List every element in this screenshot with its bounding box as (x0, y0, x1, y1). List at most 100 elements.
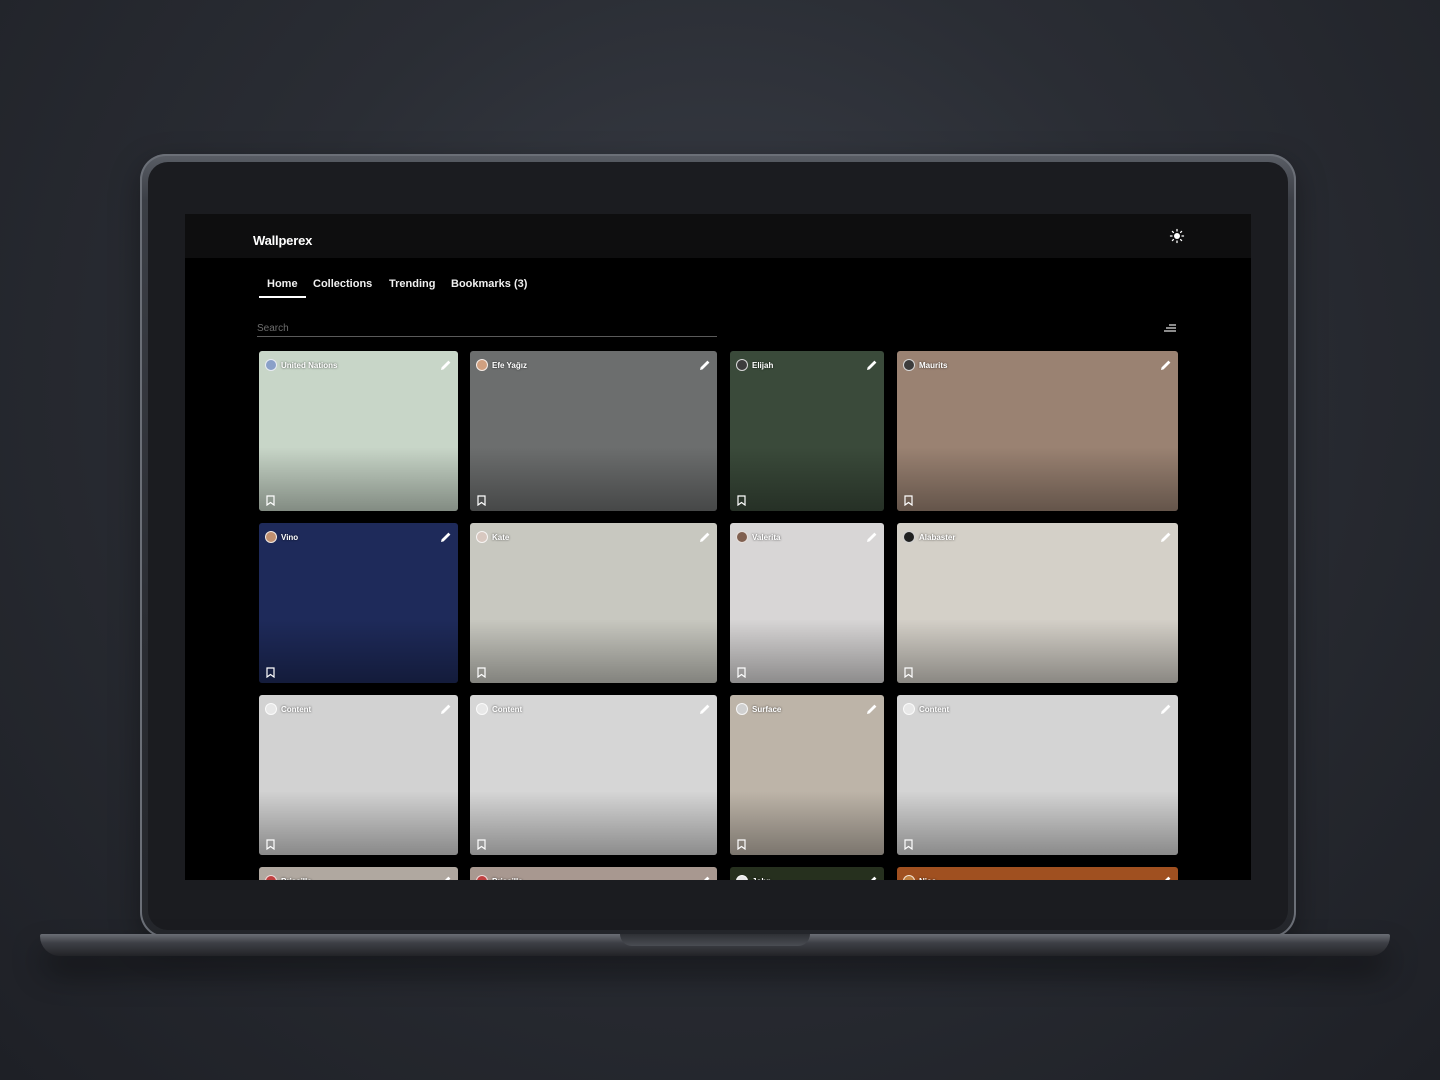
author-name: Priscilla (492, 877, 523, 881)
card-author[interactable]: Valerita (736, 530, 780, 544)
wallpaper-card[interactable]: Vino (259, 523, 458, 683)
card-author[interactable]: Priscilla (476, 874, 523, 880)
wallpaper-card[interactable]: Kate (470, 523, 717, 683)
author-name: Content (281, 704, 312, 714)
wallpaper-card[interactable]: Alabaster (897, 523, 1178, 683)
avatar (265, 875, 277, 880)
avatar (476, 531, 488, 543)
card-author[interactable]: Content (476, 702, 522, 716)
card-author[interactable]: Content (265, 702, 311, 716)
pencil-icon[interactable] (1160, 874, 1172, 880)
avatar (736, 875, 748, 880)
wallpaper-card[interactable]: John (730, 867, 884, 880)
wallpaper-card[interactable]: Content (470, 695, 717, 855)
card-author[interactable]: Nico (903, 874, 936, 880)
wallpaper-card[interactable]: Valerita (730, 523, 884, 683)
bookmark-icon[interactable] (266, 493, 275, 507)
card-author[interactable]: Priscilla (265, 874, 312, 880)
card-author[interactable]: Maurits (903, 358, 947, 372)
pencil-icon[interactable] (866, 702, 878, 714)
tab-home[interactable]: Home (259, 278, 306, 298)
avatar (903, 359, 915, 371)
pencil-icon[interactable] (1160, 702, 1172, 714)
top-bar: Wallperex (185, 214, 1251, 258)
wallpaper-card[interactable]: Surface (730, 695, 884, 855)
bookmark-icon[interactable] (737, 493, 746, 507)
wallpaper-card[interactable]: Elijah (730, 351, 884, 511)
pencil-icon[interactable] (440, 874, 452, 880)
bookmark-icon[interactable] (477, 837, 486, 851)
search-input[interactable] (257, 320, 717, 337)
author-name: Kate (492, 532, 510, 542)
brand-logo[interactable]: Wallperex (253, 233, 312, 248)
author-name: Vino (281, 532, 299, 542)
wallpaper-card[interactable]: Maurits (897, 351, 1178, 511)
bookmark-icon[interactable] (904, 493, 913, 507)
avatar (736, 359, 748, 371)
author-name: Efe Yağız (492, 360, 527, 370)
card-author[interactable]: Surface (736, 702, 781, 716)
author-name: John (752, 877, 771, 881)
tab-trending[interactable]: Trending (389, 278, 435, 296)
avatar (736, 703, 748, 715)
avatar (476, 875, 488, 880)
app-screen: Wallperex Home Collections Trending Book… (185, 214, 1251, 880)
avatar (903, 531, 915, 543)
search-bar (257, 318, 717, 337)
bookmark-icon[interactable] (477, 665, 486, 679)
pencil-icon[interactable] (440, 358, 452, 370)
wallpaper-card[interactable]: Nico (897, 867, 1178, 880)
author-name: Priscilla (281, 877, 312, 881)
bookmark-icon[interactable] (737, 665, 746, 679)
sort-lines-icon[interactable] (1164, 320, 1176, 332)
author-name: Valerita (752, 532, 781, 542)
card-author[interactable]: Vino (265, 530, 298, 544)
author-name: Content (492, 704, 523, 714)
pencil-icon[interactable] (866, 530, 878, 542)
bookmark-icon[interactable] (904, 837, 913, 851)
avatar (265, 359, 277, 371)
wallpaper-card[interactable]: Content (259, 695, 458, 855)
bookmark-icon[interactable] (737, 837, 746, 851)
pencil-icon[interactable] (1160, 358, 1172, 370)
sun-icon[interactable] (1169, 228, 1185, 244)
pencil-icon[interactable] (440, 702, 452, 714)
card-author[interactable]: John (736, 874, 771, 880)
author-name: Surface (752, 704, 782, 714)
pencil-icon[interactable] (866, 358, 878, 370)
wallpaper-card[interactable]: United Nations (259, 351, 458, 511)
bookmark-icon[interactable] (477, 493, 486, 507)
bookmark-icon[interactable] (904, 665, 913, 679)
avatar (265, 703, 277, 715)
bookmark-icon[interactable] (266, 837, 275, 851)
avatar (265, 531, 277, 543)
pencil-icon[interactable] (699, 530, 711, 542)
card-author[interactable]: United Nations (265, 358, 337, 372)
card-author[interactable]: Elijah (736, 358, 773, 372)
card-author[interactable]: Efe Yağız (476, 358, 527, 372)
tab-bookmarks[interactable]: Bookmarks (3) (451, 278, 527, 296)
author-name: United Nations (281, 360, 338, 370)
pencil-icon[interactable] (1160, 530, 1172, 542)
wallpaper-card[interactable]: Priscilla (470, 867, 717, 880)
avatar (903, 875, 915, 880)
laptop-notch (620, 934, 810, 946)
pencil-icon[interactable] (699, 358, 711, 370)
avatar (476, 359, 488, 371)
pencil-icon[interactable] (440, 530, 452, 542)
card-author[interactable]: Kate (476, 530, 509, 544)
avatar (903, 703, 915, 715)
pencil-icon[interactable] (699, 702, 711, 714)
author-name: Alabaster (919, 532, 956, 542)
author-name: Nico (919, 877, 936, 881)
wallpaper-card[interactable]: Priscilla (259, 867, 458, 880)
pencil-icon[interactable] (866, 874, 878, 880)
wallpaper-card[interactable]: Content (897, 695, 1178, 855)
bookmark-icon[interactable] (266, 665, 275, 679)
wallpaper-card[interactable]: Efe Yağız (470, 351, 717, 511)
pencil-icon[interactable] (699, 874, 711, 880)
author-name: Maurits (919, 360, 948, 370)
tab-collections[interactable]: Collections (313, 278, 372, 296)
card-author[interactable]: Alabaster (903, 530, 955, 544)
card-author[interactable]: Content (903, 702, 949, 716)
